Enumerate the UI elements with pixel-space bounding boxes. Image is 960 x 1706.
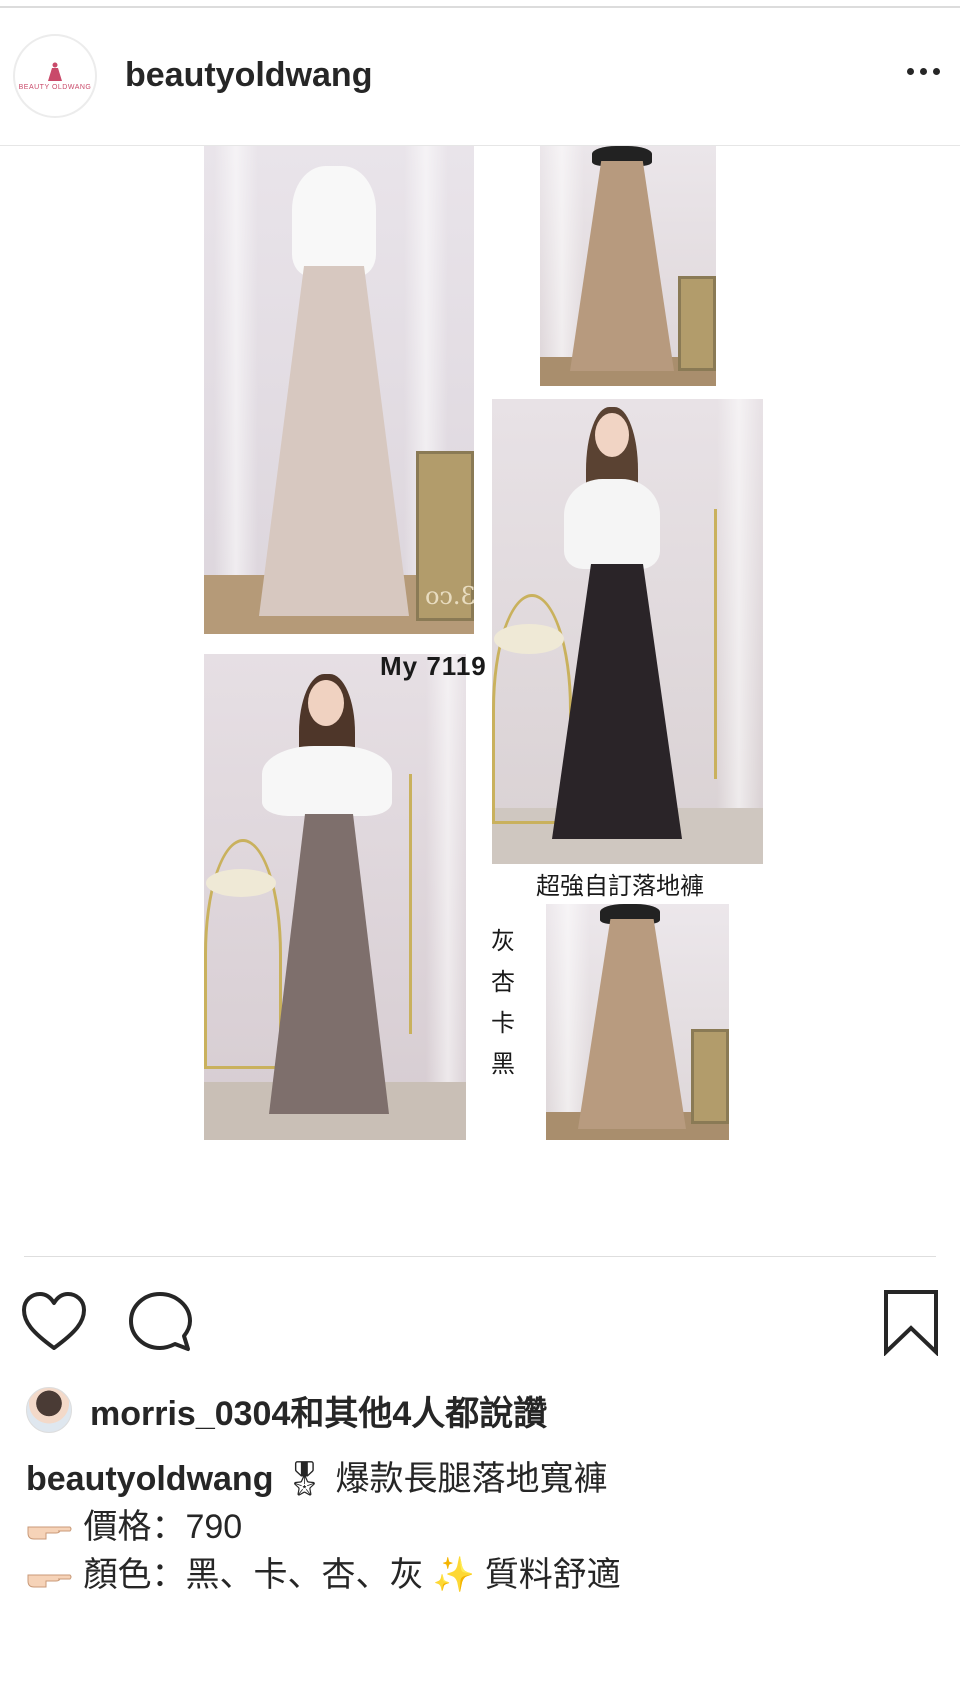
caption-headline: 爆款長腿落地寬褲 [335, 1460, 608, 1498]
product-title-text: 超強自訂落地褲 [536, 873, 704, 900]
colors-text: 顏色：黑、卡、杏、灰 [83, 1556, 424, 1594]
caption-line-3: 顏色：黑、卡、杏、灰 ✨ 質料舒適 [26, 1551, 621, 1599]
post-actions-bar [0, 1280, 960, 1360]
heart-icon[interactable] [20, 1290, 88, 1354]
comment-icon[interactable] [128, 1290, 192, 1354]
bookmark-icon[interactable] [882, 1288, 940, 1356]
crate-label: 03.co [425, 582, 474, 610]
material-text: 質料舒適 [484, 1556, 621, 1594]
post-caption: beautyoldwang 🎖 爆款長腿落地寬褲 價格：790 顏色：黑、卡、杏… [26, 1455, 621, 1599]
caption-line-2: 價格：790 [26, 1503, 621, 1551]
price-text: 價格：790 [83, 1508, 243, 1546]
more-options-button[interactable] [907, 68, 940, 75]
color-black: 黑 [491, 1051, 515, 1078]
avatar-logo-text: BEAUTY OLDWANG [18, 83, 92, 91]
likes-summary[interactable]: morris_0304和其他4人都說讚 [26, 1385, 547, 1435]
dress-logo-icon [48, 62, 62, 81]
post-image[interactable]: 03.co [0, 146, 960, 1256]
model-code-text: My 7119 [380, 651, 487, 681]
photo-black-pants [492, 399, 763, 864]
color-grey: 灰 [491, 928, 515, 955]
post-header: BEAUTY OLDWANG beautyoldwang [0, 10, 960, 145]
caption-line-1: beautyoldwang 🎖 爆款長腿落地寬褲 [26, 1455, 621, 1503]
photo-camel-pants-closeup [540, 146, 716, 386]
pointing-hand-icon [27, 1574, 72, 1588]
likes-text[interactable]: morris_0304和其他4人都說讚 [90, 1386, 547, 1435]
color-list-vertical: 灰 杏 卡 黑 [490, 921, 516, 1085]
status-divider [0, 6, 960, 8]
pointing-hand-icon [27, 1526, 72, 1540]
caption-username[interactable]: beautyoldwang [26, 1460, 273, 1498]
profile-avatar[interactable]: BEAUTY OLDWANG [13, 34, 97, 118]
color-khaki: 卡 [491, 1010, 515, 1037]
medal-emoji: 🎖 [282, 1460, 327, 1498]
photo-camel-pants-full [546, 904, 729, 1140]
photo-beige-pants-front: 03.co [204, 146, 474, 634]
photo-grey-pants [204, 654, 466, 1140]
color-apricot: 杏 [491, 969, 515, 996]
more-horizontal-icon [907, 68, 914, 75]
image-divider [24, 1256, 936, 1257]
liker-avatar[interactable] [26, 1387, 72, 1433]
post-username[interactable]: beautyoldwang [125, 56, 372, 95]
sparkles-emoji: ✨ [432, 1556, 476, 1594]
